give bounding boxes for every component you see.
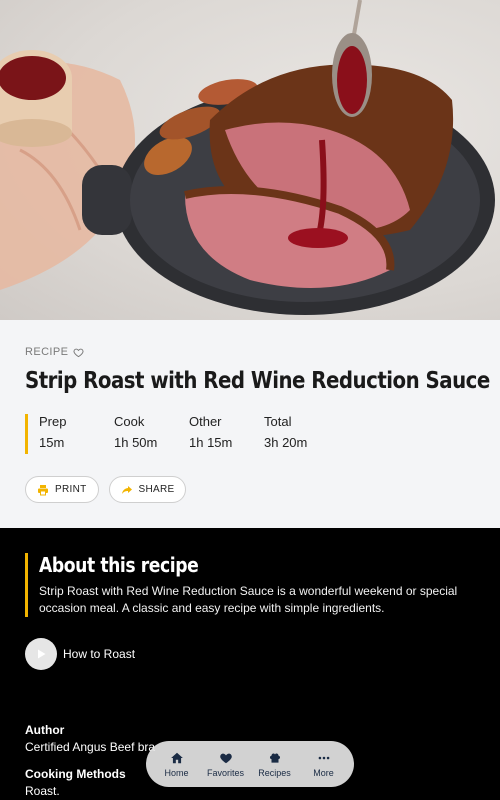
recipe-times: Prep 15m Cook 1h 50m Other 1h 15m Total … bbox=[25, 414, 326, 454]
time-cook: Cook 1h 50m bbox=[114, 414, 176, 454]
share-label: SHARE bbox=[138, 484, 175, 495]
printer-icon bbox=[38, 484, 48, 495]
time-total: Total 3h 20m bbox=[264, 414, 326, 454]
video-label: How to Roast bbox=[63, 647, 136, 661]
time-value: 15m bbox=[39, 435, 65, 450]
time-prep: Prep 15m bbox=[39, 414, 101, 454]
chef-hat-icon bbox=[269, 752, 280, 763]
more-icon bbox=[318, 756, 329, 759]
heart-icon[interactable] bbox=[73, 347, 84, 358]
how-to-roast-video[interactable]: How to Roast bbox=[25, 638, 135, 670]
about-body: Strip Roast with Red Wine Reduction Sauc… bbox=[39, 584, 458, 615]
recipe-info-panel: RECIPE Strip Roast with Red Wine Reducti… bbox=[0, 320, 500, 528]
time-value: 1h 15m bbox=[189, 435, 233, 450]
nav-home[interactable]: Home bbox=[153, 751, 201, 778]
share-button[interactable]: SHARE bbox=[108, 476, 187, 503]
cooking-methods-label: Cooking Methods bbox=[25, 767, 126, 781]
share-arrow-icon bbox=[121, 485, 132, 494]
time-label: Total bbox=[264, 414, 292, 429]
print-button[interactable]: PRINT bbox=[25, 476, 99, 503]
time-label: Prep bbox=[39, 414, 67, 429]
play-icon bbox=[38, 649, 46, 659]
time-value: 3h 20m bbox=[264, 435, 308, 450]
recipe-eyebrow: RECIPE bbox=[25, 346, 84, 358]
bottom-nav: Home Favorites Recipes More bbox=[146, 741, 354, 787]
cooking-methods-value: Roast. bbox=[25, 784, 60, 798]
nav-label: More bbox=[313, 767, 334, 778]
page-title: Strip Roast with Red Wine Reduction Sauc… bbox=[25, 368, 490, 394]
about-block: About this recipe Strip Roast with Red W… bbox=[25, 553, 465, 617]
recipe-actions: PRINT SHARE bbox=[25, 476, 187, 503]
nav-more[interactable]: More bbox=[300, 751, 348, 778]
home-icon bbox=[170, 752, 183, 763]
time-label: Cook bbox=[114, 414, 145, 429]
recipe-eyebrow-label: RECIPE bbox=[25, 346, 69, 358]
author-label: Author bbox=[25, 723, 65, 737]
heart-icon bbox=[219, 753, 232, 763]
about-heading: About this recipe bbox=[39, 553, 199, 577]
nav-label: Home bbox=[164, 767, 189, 778]
nav-label: Favorites bbox=[206, 767, 244, 778]
print-label: PRINT bbox=[55, 484, 87, 495]
time-other: Other 1h 15m bbox=[189, 414, 251, 454]
play-button[interactable] bbox=[25, 638, 57, 670]
time-value: 1h 50m bbox=[114, 435, 158, 450]
nav-recipes[interactable]: Recipes bbox=[251, 751, 299, 778]
nav-favorites[interactable]: Favorites bbox=[202, 751, 250, 778]
hero-image bbox=[0, 0, 500, 320]
time-label: Other bbox=[189, 414, 222, 429]
nav-label: Recipes bbox=[258, 767, 291, 778]
author-value: Certified Angus Beef bra bbox=[25, 740, 156, 754]
